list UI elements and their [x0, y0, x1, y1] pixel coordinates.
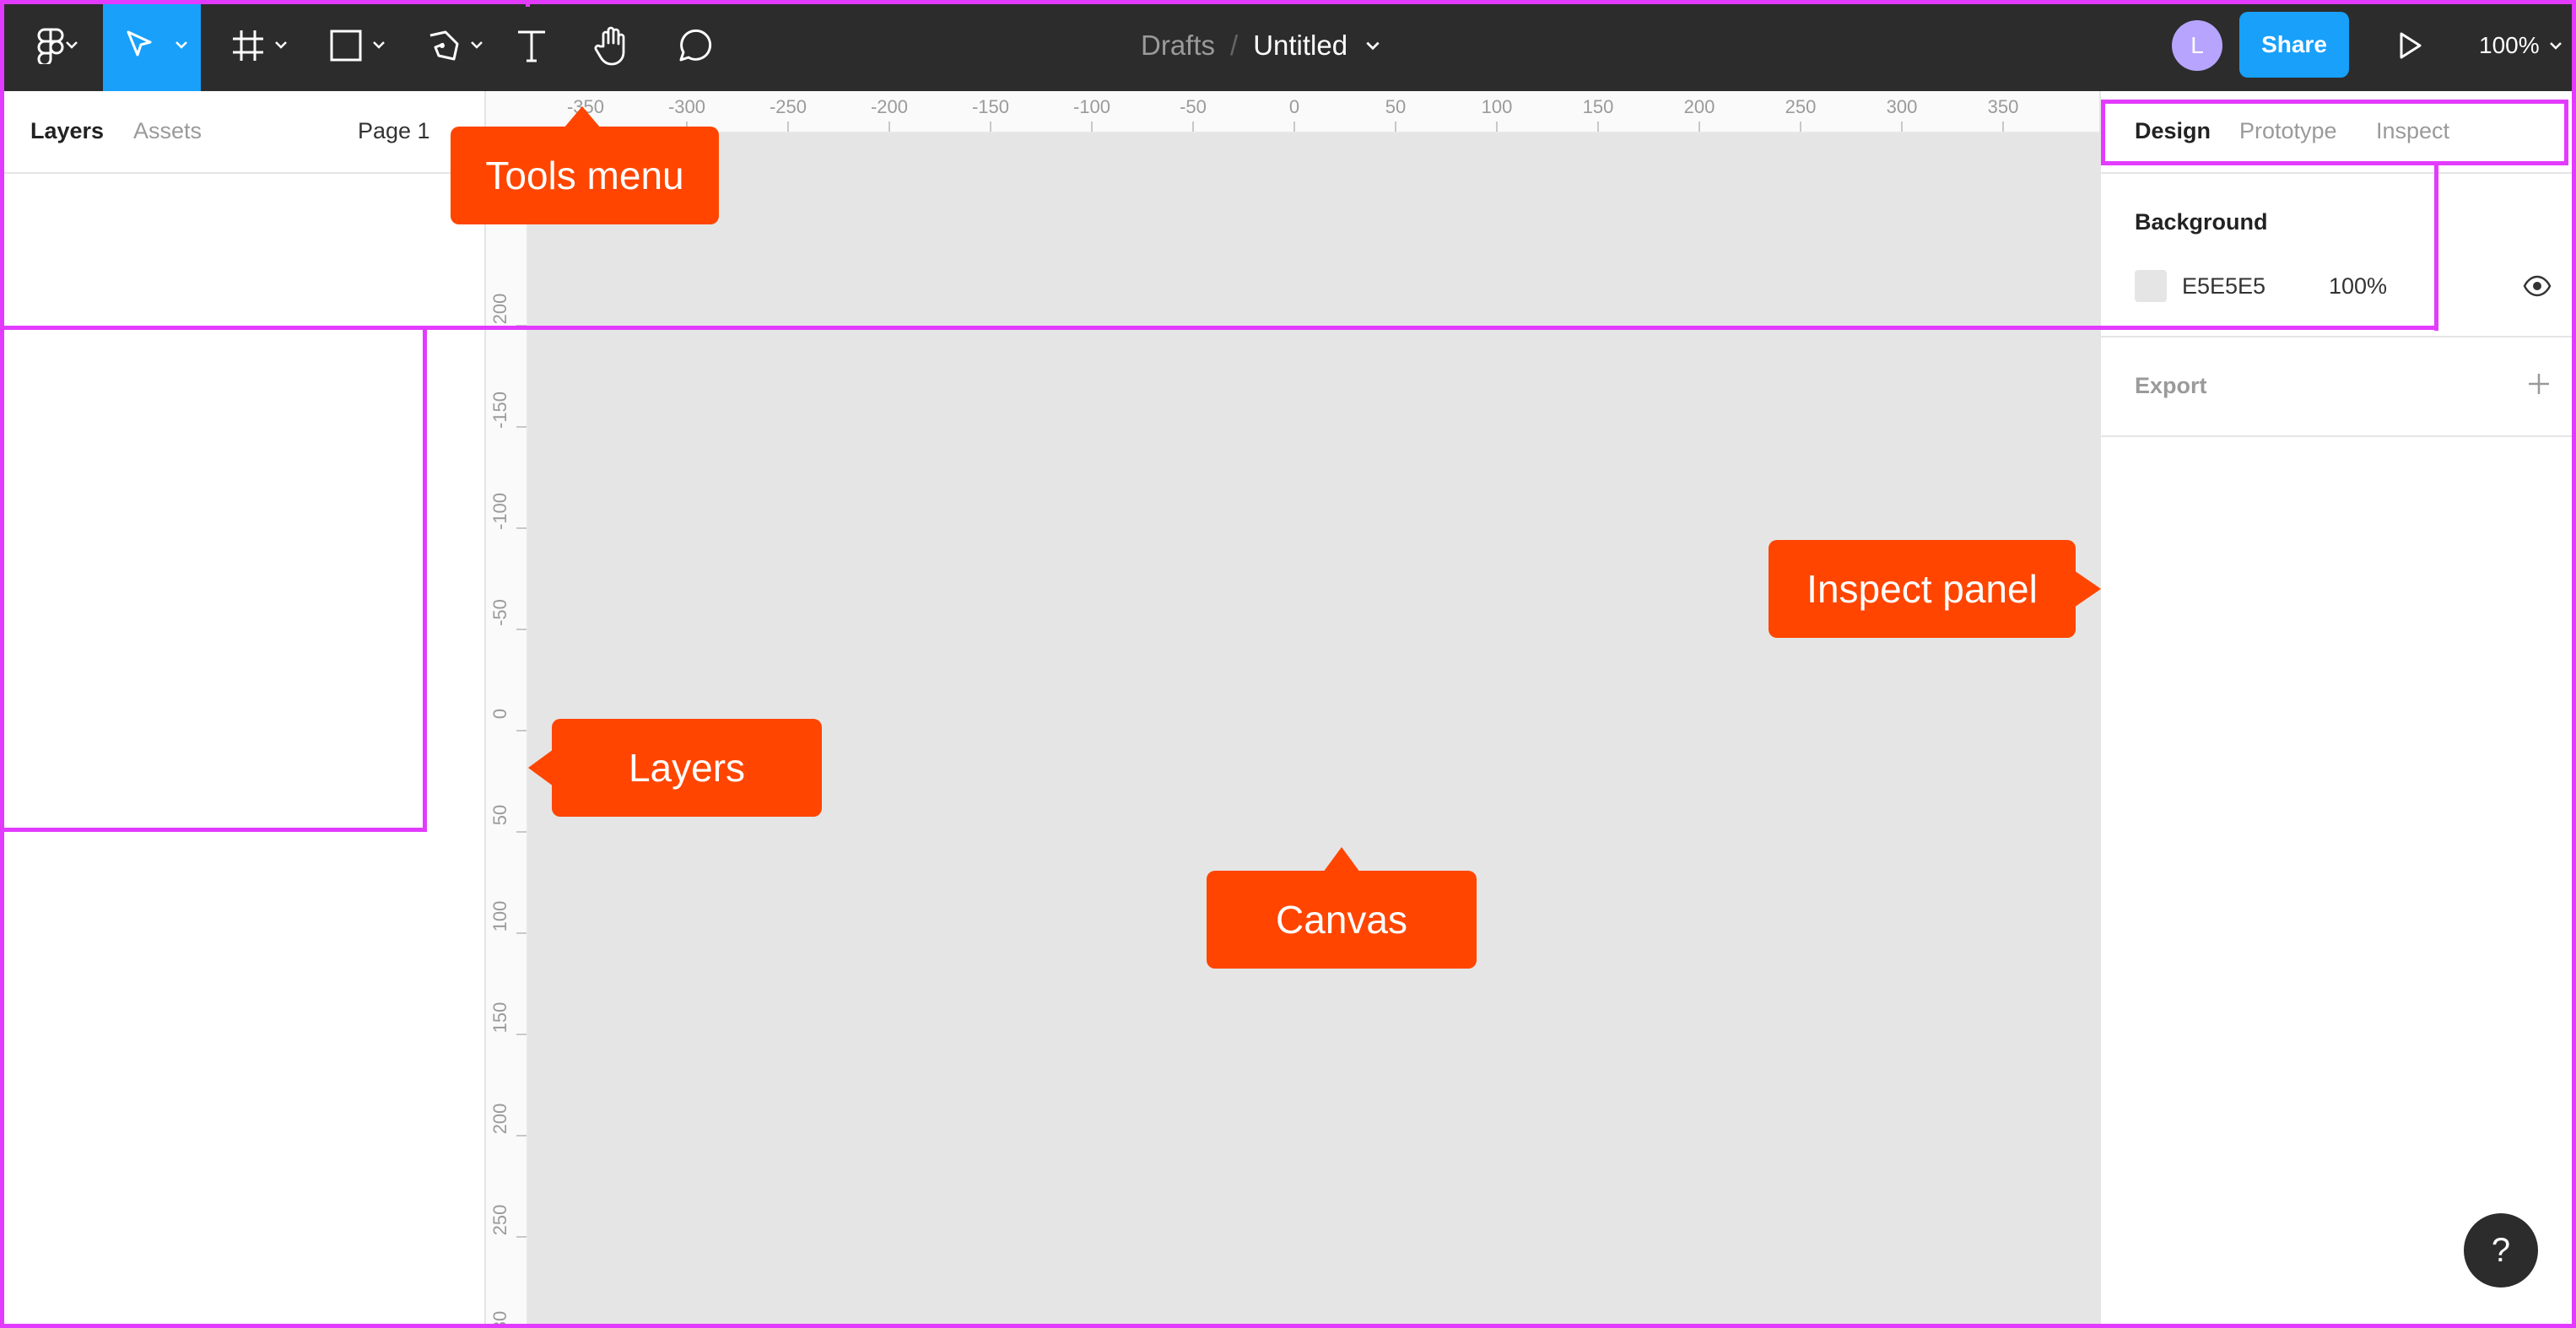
chevron-down-icon — [471, 41, 483, 49]
callout-inspect-panel: Inspect panel — [1769, 540, 2101, 638]
ruler-label: 200 — [1684, 96, 1715, 117]
zoom-dropdown[interactable]: 100% — [2479, 0, 2563, 91]
toolbar: Drafts / Untitled L Share 100% — [0, 0, 2576, 91]
callout-layers: Layers — [528, 719, 822, 817]
page-select[interactable]: Page 1 — [358, 118, 430, 144]
chevron-down-icon — [275, 41, 287, 49]
text-tool-button[interactable] — [508, 0, 555, 91]
ruler-label: -100 — [1073, 96, 1110, 117]
move-tool-icon — [127, 30, 152, 57]
ruler-label: 0 — [489, 709, 510, 719]
ruler-label: -50 — [489, 599, 510, 626]
background-color-swatch[interactable] — [2135, 270, 2167, 302]
ruler-label: -100 — [489, 493, 510, 530]
layers-panel: Layers Assets Page 1 — [0, 91, 486, 1328]
horizontal-ruler: -350-300-250-200-150-100-500501001502002… — [486, 91, 2099, 133]
play-icon — [2400, 32, 2422, 59]
ruler-label: -150 — [489, 391, 510, 429]
breadcrumb-separator: / — [1230, 30, 1239, 61]
plus-icon — [2529, 374, 2549, 394]
eye-icon — [2523, 275, 2552, 297]
background-section-title: Background — [2135, 209, 2268, 235]
ruler-label: 250 — [1785, 96, 1817, 117]
ruler-label: 150 — [1583, 96, 1614, 117]
background-hex-input[interactable]: E5E5E5 — [2182, 273, 2265, 300]
vertical-ruler-ticks: 200 -150 -100 -50 0 50 100 150 200 250 30 — [489, 294, 527, 1328]
visibility-toggle[interactable] — [2523, 275, 2552, 301]
rectangle-tool-icon — [330, 30, 362, 62]
chevron-down-icon — [176, 41, 187, 49]
ruler-label: -150 — [972, 96, 1009, 117]
ruler-label: 150 — [489, 1002, 510, 1034]
tab-design[interactable]: Design — [2135, 118, 2211, 144]
right-panel-tabs: Design Prototype Inspect — [2101, 91, 2576, 174]
avatar[interactable]: L — [2172, 20, 2222, 71]
present-button[interactable] — [2393, 27, 2427, 68]
breadcrumb: Drafts / Untitled — [1141, 0, 1381, 91]
ruler-label: 0 — [1289, 96, 1299, 117]
ruler-label: 250 — [489, 1205, 510, 1236]
ruler-label: 200 — [489, 1104, 510, 1135]
ruler-label: 50 — [1385, 96, 1406, 117]
add-export-button[interactable] — [2526, 371, 2552, 401]
hand-tool-button[interactable] — [587, 0, 638, 91]
ruler-label: -300 — [668, 96, 705, 117]
divider — [2101, 435, 2576, 437]
ruler-label: 350 — [1988, 96, 2019, 117]
comment-tool-button[interactable] — [668, 0, 719, 91]
figma-menu-icon — [37, 28, 64, 64]
tab-inspect[interactable]: Inspect — [2376, 118, 2449, 144]
tab-prototype[interactable]: Prototype — [2239, 118, 2337, 144]
callout-canvas: Canvas — [1207, 847, 1477, 969]
chevron-down-icon — [66, 41, 78, 49]
callout-tools-menu: Tools menu — [451, 106, 719, 224]
chevron-down-icon[interactable] — [1364, 37, 1381, 54]
left-panel-tabs: Layers Assets Page 1 — [0, 91, 484, 174]
ruler-label: 200 — [489, 294, 510, 325]
ruler-label: 300 — [1887, 96, 1918, 117]
ruler-label: 100 — [489, 901, 510, 932]
pen-tool-button[interactable] — [417, 0, 493, 91]
text-tool-icon — [518, 30, 545, 62]
share-button[interactable]: Share — [2239, 12, 2349, 78]
pen-tool-icon — [429, 30, 459, 61]
horizontal-ruler-ticks: -350-300-250-200-150-100-500501001502002… — [567, 96, 2099, 132]
vertical-ruler: 200 -150 -100 -50 0 50 100 150 200 250 30 — [486, 132, 528, 1328]
zoom-value: 100% — [2479, 32, 2540, 58]
move-tool-button[interactable] — [103, 0, 201, 91]
ruler-label: 100 — [1482, 96, 1513, 117]
divider — [2101, 336, 2576, 337]
tab-assets[interactable]: Assets — [133, 118, 202, 144]
help-button[interactable]: ? — [2464, 1213, 2538, 1288]
ruler-label: 30 — [489, 1311, 510, 1328]
breadcrumb-drafts[interactable]: Drafts — [1141, 30, 1215, 62]
tab-layers[interactable]: Layers — [30, 118, 104, 144]
frame-tool-icon — [233, 30, 263, 61]
export-section-title: Export — [2135, 373, 2207, 398]
file-title[interactable]: Untitled — [1253, 30, 1347, 62]
ruler-label: -50 — [1180, 96, 1207, 117]
frame-tool-button[interactable] — [221, 0, 297, 91]
rectangle-tool-button[interactable] — [319, 0, 395, 91]
inspect-panel: Design Prototype Inspect Background E5E5… — [2099, 91, 2576, 1328]
chevron-down-icon — [2549, 42, 2562, 50]
hand-tool-icon — [594, 26, 625, 66]
chevron-down-icon — [373, 41, 385, 49]
ruler-label: -250 — [770, 96, 807, 117]
ruler-label: -200 — [871, 96, 908, 117]
comment-tool-icon — [679, 29, 712, 62]
ruler-label: 50 — [489, 805, 510, 825]
figma-menu-button[interactable] — [17, 0, 84, 91]
background-opacity-input[interactable]: 100% — [2329, 273, 2387, 300]
